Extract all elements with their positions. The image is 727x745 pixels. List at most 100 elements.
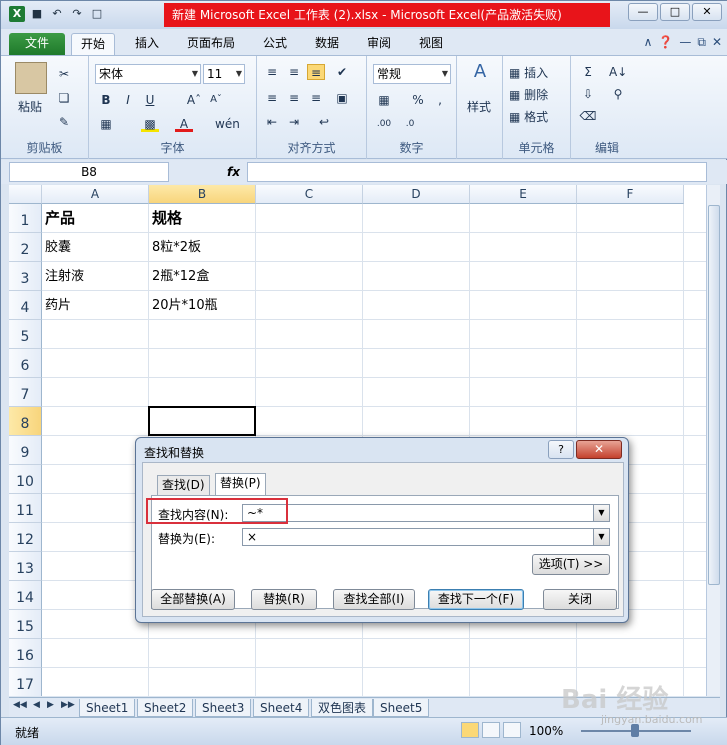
row-header-11[interactable]: 11 (9, 494, 42, 523)
print-preview-icon[interactable]: □ (89, 6, 105, 22)
italic-icon[interactable]: I (119, 92, 137, 108)
decrease-decimal-icon[interactable]: .0 (401, 116, 419, 132)
undo-icon[interactable]: ↶ (49, 6, 65, 22)
find-all-button[interactable]: 查找全部(I) (333, 589, 415, 610)
cell-b4[interactable]: 20片*10瓶 (149, 291, 256, 320)
autosum-icon[interactable]: Σ (579, 64, 597, 80)
tab-insert[interactable]: 插入 (127, 33, 167, 55)
sheet-tab-4[interactable]: 双色图表 (311, 699, 374, 717)
align-right-icon[interactable]: ≡ (307, 90, 325, 106)
row-header-16[interactable]: 16 (9, 639, 42, 668)
row-header-9[interactable]: 9 (9, 436, 42, 465)
shrink-font-icon[interactable]: Aˇ (207, 92, 225, 108)
dialog-close-button[interactable]: ✕ (576, 440, 622, 459)
tab-home[interactable]: 开始 (71, 33, 115, 55)
tab-replace[interactable]: 替换(P) (215, 473, 266, 496)
column-header-f[interactable]: F (577, 185, 684, 204)
align-middle-icon[interactable]: ≡ (285, 64, 303, 80)
row-header-12[interactable]: 12 (9, 523, 42, 552)
font-size-combo[interactable]: 11 ▼ (203, 64, 245, 84)
page-layout-view-icon[interactable] (482, 722, 500, 738)
fill-icon[interactable]: ⇩ (579, 86, 597, 102)
decrease-indent-icon[interactable]: ⇤ (263, 114, 281, 130)
row-header-2[interactable]: 2 (9, 233, 42, 262)
find-select-icon[interactable]: ⚲ (609, 86, 627, 102)
doc-close-icon[interactable]: ✕ (712, 35, 722, 50)
copy-icon[interactable]: ❏ (55, 90, 73, 106)
paste-icon[interactable] (15, 62, 47, 94)
replace-with-input[interactable]: × ▼ (242, 528, 610, 546)
row-header-5[interactable]: 5 (9, 320, 42, 349)
font-name-combo[interactable]: 宋体 ▼ (95, 64, 201, 84)
cell-b2[interactable]: 8粒*2板 (149, 233, 256, 262)
help-icon[interactable]: ❓ (658, 35, 673, 50)
tab-view[interactable]: 视图 (411, 33, 451, 55)
replace-all-button[interactable]: 全部替换(A) (151, 589, 235, 610)
underline-icon[interactable]: U (141, 92, 159, 108)
doc-minimize-icon[interactable]: — (679, 35, 691, 50)
prev-sheet-icon[interactable]: ◀ (33, 700, 40, 710)
sheet-tab-5[interactable]: Sheet5 (373, 699, 430, 717)
name-box[interactable]: B8 (9, 162, 169, 182)
replace-button[interactable]: 替换(R) (251, 589, 317, 610)
last-sheet-icon[interactable]: ▶▶ (61, 700, 75, 710)
row-header-3[interactable]: 3 (9, 262, 42, 291)
doc-restore-icon[interactable]: ⧉ (697, 35, 706, 50)
maximize-button[interactable]: □ (660, 3, 690, 21)
save-icon[interactable]: ■ (29, 6, 45, 22)
vertical-scroll-thumb[interactable] (708, 205, 720, 585)
bold-icon[interactable]: B (97, 92, 115, 108)
delete-cells-button[interactable]: ▦ 删除 (509, 86, 548, 103)
zoom-level[interactable]: 100% (529, 724, 563, 738)
page-break-view-icon[interactable] (503, 722, 521, 738)
styles-button[interactable]: 样式 (467, 98, 491, 115)
close-button[interactable]: ✕ (692, 3, 722, 21)
sheet-tab-3[interactable]: Sheet4 (253, 699, 310, 717)
row-header-10[interactable]: 10 (9, 465, 42, 494)
row-header-6[interactable]: 6 (9, 349, 42, 378)
sheet-tab-1[interactable]: Sheet2 (137, 699, 194, 717)
phonetic-icon[interactable]: wén (215, 116, 240, 132)
column-header-e[interactable]: E (470, 185, 577, 204)
paste-button[interactable]: 粘贴 (18, 98, 42, 115)
find-what-input[interactable]: ~* ▼ (242, 504, 610, 522)
styles-icon[interactable]: A (469, 63, 491, 88)
cell-a3[interactable]: 注射液 (42, 262, 149, 291)
row-header-7[interactable]: 7 (9, 378, 42, 407)
increase-decimal-icon[interactable]: .00 (375, 116, 393, 132)
dialog-help-button[interactable]: ? (548, 440, 574, 459)
tab-page-layout[interactable]: 页面布局 (179, 33, 243, 55)
row-header-8[interactable]: 8 (9, 407, 42, 436)
excel-logo-icon[interactable]: X (9, 6, 25, 22)
sheet-tab-0[interactable]: Sheet1 (79, 699, 136, 717)
border-icon[interactable]: ▦ (97, 116, 115, 132)
accounting-icon[interactable]: ▦ (375, 92, 393, 108)
column-header-b[interactable]: B (149, 185, 256, 204)
minimize-ribbon-icon[interactable]: ∧ (644, 35, 653, 50)
increase-indent-icon[interactable]: ⇥ (285, 114, 303, 130)
find-next-button[interactable]: 查找下一个(F) (428, 589, 524, 610)
cell-a2[interactable]: 胶囊 (42, 233, 149, 262)
normal-view-icon[interactable] (461, 722, 479, 738)
align-center-icon[interactable]: ≡ (285, 90, 303, 106)
align-left-icon[interactable]: ≡ (263, 90, 281, 106)
cell-b3[interactable]: 2瓶*12盒 (149, 262, 256, 291)
merge-center-icon[interactable]: ▣ (333, 90, 351, 106)
column-header-a[interactable]: A (42, 185, 149, 204)
formula-input[interactable] (247, 162, 707, 182)
row-header-15[interactable]: 15 (9, 610, 42, 639)
font-color-icon[interactable]: A (175, 116, 193, 132)
format-painter-icon[interactable]: ✎ (55, 114, 73, 130)
cell-b1[interactable]: 规格 (149, 204, 256, 233)
next-sheet-icon[interactable]: ▶ (47, 700, 54, 710)
minimize-button[interactable]: — (628, 3, 658, 21)
column-header-d[interactable]: D (363, 185, 470, 204)
row-header-4[interactable]: 4 (9, 291, 42, 320)
fx-icon[interactable]: fx (227, 162, 245, 182)
tab-data[interactable]: 数据 (307, 33, 347, 55)
tab-formulas[interactable]: 公式 (255, 33, 295, 55)
first-sheet-icon[interactable]: ◀◀ (13, 700, 27, 710)
orientation-icon[interactable]: ✔ (333, 64, 351, 80)
tab-find[interactable]: 查找(D) (157, 475, 210, 495)
fill-color-icon[interactable]: ▩ (141, 116, 159, 132)
